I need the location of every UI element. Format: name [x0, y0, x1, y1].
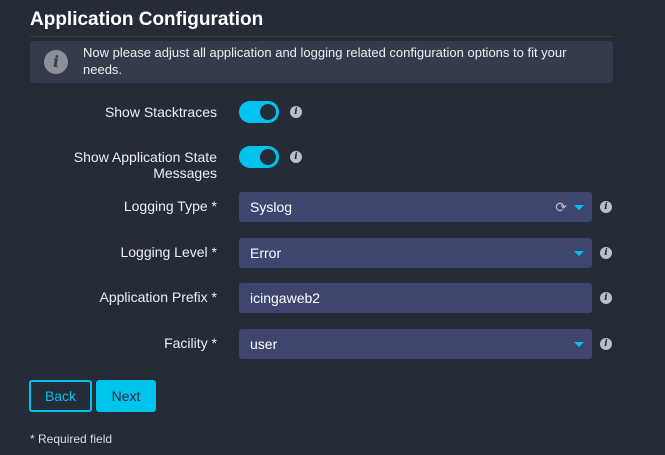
help-info-icon[interactable]: i	[290, 151, 302, 163]
show-stacktraces-label: Show Stacktraces	[104, 104, 217, 120]
toggle-knob	[260, 104, 276, 120]
back-button[interactable]: Back	[29, 380, 92, 412]
title-divider	[30, 36, 613, 37]
chevron-down-icon	[574, 251, 584, 256]
help-info-icon[interactable]: i	[290, 106, 302, 118]
application-prefix-label: Application Prefix *	[99, 289, 217, 305]
toggle-knob	[260, 149, 276, 165]
help-info-icon[interactable]: i	[600, 247, 612, 259]
help-info-icon[interactable]: i	[600, 201, 612, 213]
info-icon: i	[44, 50, 68, 74]
facility-select[interactable]: user	[239, 329, 592, 359]
application-prefix-value: icingaweb2	[250, 290, 321, 306]
chevron-down-icon	[574, 205, 584, 210]
chevron-down-icon	[574, 342, 584, 347]
logging-level-label: Logging Level *	[120, 244, 217, 260]
show-app-state-label: Show Application State Messages	[73, 149, 217, 181]
logging-type-select[interactable]: Syslog ⟳	[239, 192, 592, 222]
facility-label: Facility *	[164, 335, 217, 351]
reload-icon[interactable]: ⟳	[555, 192, 567, 222]
show-stacktraces-toggle[interactable]	[239, 101, 279, 123]
info-text: Now please adjust all application and lo…	[83, 45, 567, 77]
logging-type-label: Logging Type *	[123, 198, 217, 214]
info-box: i Now please adjust all application and …	[30, 41, 613, 83]
logging-level-select[interactable]: Error	[239, 238, 592, 268]
help-info-icon[interactable]: i	[600, 338, 612, 350]
page-title: Application Configuration	[30, 9, 264, 30]
facility-value: user	[250, 336, 278, 352]
help-info-icon[interactable]: i	[600, 292, 612, 304]
logging-type-value: Syslog	[250, 199, 293, 215]
application-prefix-input[interactable]: icingaweb2	[239, 283, 592, 313]
required-field-note: * Required field	[30, 432, 113, 446]
next-button[interactable]: Next	[96, 380, 156, 412]
logging-level-value: Error	[250, 245, 282, 261]
show-app-state-toggle[interactable]	[239, 146, 279, 168]
